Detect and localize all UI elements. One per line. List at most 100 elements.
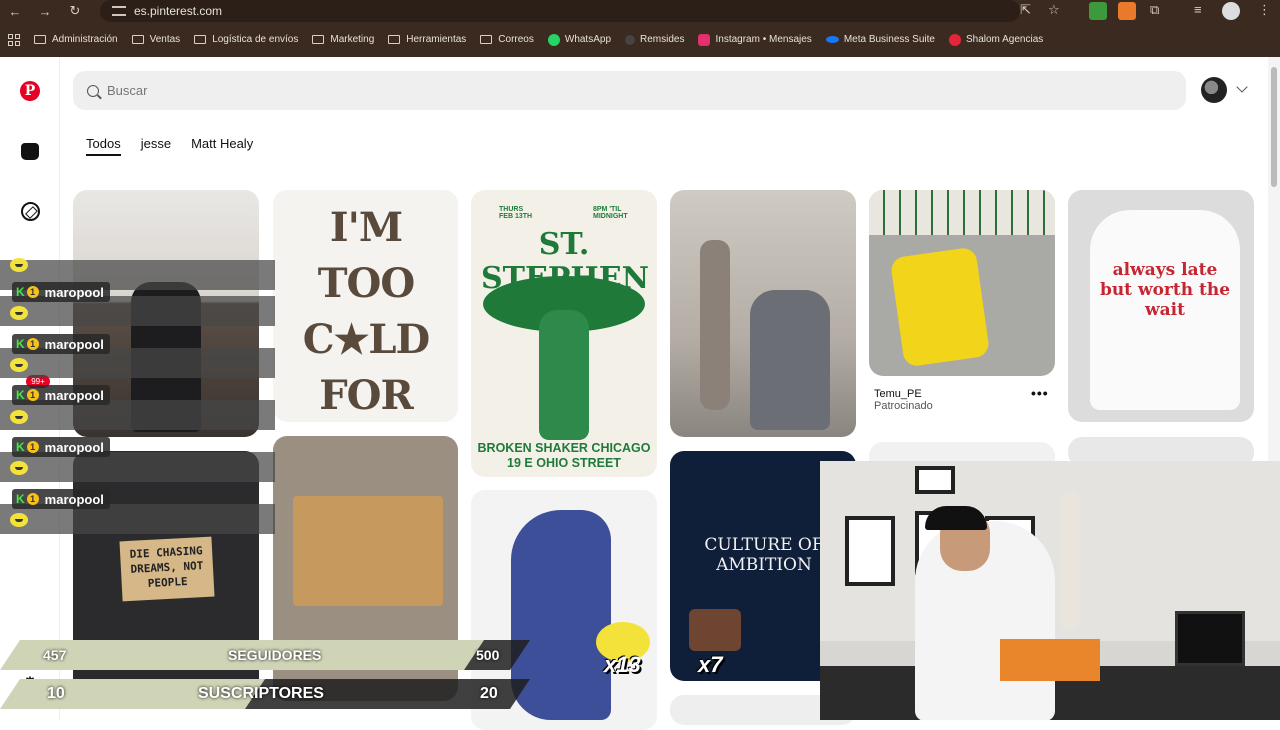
pin-poster-hand [539, 310, 589, 440]
pin-poster-text: I'M TOO C★LD FOR YOU! [302, 204, 431, 419]
tab-jesse[interactable]: jesse [141, 136, 171, 156]
pin-phone [889, 246, 991, 368]
remsides-icon [625, 34, 636, 45]
chat-message: K 1 maropool [12, 385, 110, 405]
cam-wall-frame [915, 466, 955, 494]
pin-figure [700, 240, 730, 410]
k-label: K [16, 285, 25, 299]
extension-sheets-icon[interactable] [1089, 2, 1107, 20]
shalom-icon [948, 33, 961, 46]
pin-keyboard [869, 190, 1055, 235]
sub-badge-icon: 1 [26, 338, 39, 350]
pin-poster-footer: BROKEN SHAKER CHICAGO 19 E OHIO STREET [477, 441, 651, 470]
bookmark-label: Marketing [330, 34, 375, 45]
chat-username: maropool [44, 336, 104, 352]
filter-tabs: Todos jesse Matt Healy [86, 136, 273, 156]
pin-st-stephen-poster[interactable]: THURS FEB 13TH 8PM 'TIL MIDNIGHT ST. STE… [471, 190, 657, 477]
bookmark-correos[interactable]: Correos [480, 34, 534, 45]
k-label: K [16, 492, 25, 506]
folder-icon [312, 35, 325, 44]
bookmark-logistica[interactable]: Logística de envíos [194, 34, 298, 45]
followers-current: 457 [43, 647, 67, 663]
bookmark-label: Correos [498, 34, 534, 45]
pin-poster-time: 8PM 'TIL MIDNIGHT [593, 206, 628, 220]
more-options-icon[interactable]: ••• [1031, 385, 1049, 401]
pin-street-photo[interactable] [670, 190, 856, 437]
followers-goal-bar: 457 SEGUIDORES 500 [0, 640, 530, 670]
forward-icon[interactable]: → [30, 4, 60, 19]
pin-figure [750, 290, 830, 430]
bookmark-label: Herramientas [406, 34, 467, 45]
address-bar[interactable]: es.pinterest.com [100, 0, 1020, 22]
pin-poster-date: THURS FEB 13TH [499, 206, 533, 220]
sub-badge-icon: 1 [26, 389, 39, 401]
bookmark-label: Logística de envíos [212, 34, 299, 45]
folder-icon [34, 35, 46, 44]
chat-message: K 1 maropool [12, 334, 110, 354]
sponsored-title[interactable]: Temu_PE [874, 388, 933, 400]
back-icon[interactable]: ← [0, 4, 30, 19]
bookmark-marketing[interactable]: Marketing [312, 34, 374, 45]
bookmark-ventas[interactable]: Ventas [131, 34, 181, 45]
home-icon[interactable] [20, 141, 40, 161]
tab-todos[interactable]: Todos [86, 136, 121, 156]
k-label: K [16, 440, 25, 454]
tab-matt-healy[interactable]: Matt Healy [191, 136, 253, 156]
bookmarks-bar: Administración Ventas Logística de envío… [0, 22, 1280, 57]
chevron-down-icon[interactable] [1236, 81, 1248, 93]
explore-compass-icon[interactable] [20, 201, 40, 221]
k-label: K [16, 337, 25, 351]
bookmark-label: Instagram • Mensajes [715, 34, 812, 45]
reload-icon[interactable]: ↻ [60, 3, 90, 19]
bookmark-instagram[interactable]: Instagram • Mensajes [698, 33, 812, 46]
pin-shirt-text: always late but worth the wait [1099, 260, 1231, 320]
chat-username: maropool [44, 439, 104, 455]
bookmark-label: Ventas [149, 34, 181, 45]
cam-wall-frame [845, 516, 895, 586]
followers-goal: 500 [476, 647, 500, 663]
meta-icon [825, 36, 839, 43]
avatar[interactable] [1201, 77, 1227, 103]
subscribers-current: 10 [47, 685, 65, 702]
bookmark-herramientas[interactable]: Herramientas [388, 34, 466, 45]
pin-always-late-shirt[interactable]: always late but worth the wait [1068, 190, 1254, 422]
media-queue-icon[interactable]: ≡ [1194, 2, 1202, 17]
bookmark-label: Administración [52, 34, 118, 45]
subscribers-goal-bar: 10 SUSCRIPTORES 20 [0, 679, 530, 709]
search-icon [87, 84, 99, 97]
chat-username: maropool [44, 284, 104, 300]
bookmark-shalom[interactable]: Shalom Agencias [948, 33, 1044, 46]
sponsored-label: Patrocinado [874, 400, 933, 412]
extensions-puzzle-icon[interactable]: ⧉ [1150, 2, 1159, 18]
cam-streamer-cap [925, 506, 987, 530]
bookmark-label: Shalom Agencias [965, 34, 1044, 45]
bookmark-administracion[interactable]: Administración [34, 34, 118, 45]
bookmark-label: Meta Business Suite [843, 34, 935, 45]
instagram-icon [698, 33, 711, 46]
bookmark-star-icon[interactable]: ☆ [1048, 2, 1060, 18]
whatsapp-icon [547, 33, 560, 46]
bookmark-remsides[interactable]: Remsides [625, 34, 684, 45]
apps-grid-icon[interactable] [8, 33, 20, 46]
chat-message: K 1 maropool [12, 437, 110, 457]
subscribers-goal: 20 [480, 685, 498, 702]
pinterest-logo-icon[interactable]: P [20, 81, 40, 101]
sub-badge-icon: 1 [26, 286, 39, 298]
pin-yellow-phone-case[interactable] [869, 190, 1055, 376]
webcam-overlay [820, 461, 1280, 720]
search-bar[interactable]: Buscar [73, 71, 1186, 110]
browser-profile-icon[interactable] [1222, 2, 1240, 20]
emote-icon [10, 513, 28, 527]
cam-skateboard [1060, 491, 1080, 631]
browser-menu-icon[interactable]: ⋮ [1258, 2, 1271, 18]
bookmark-meta[interactable]: Meta Business Suite [825, 34, 935, 45]
bookmark-label: WhatsApp [564, 34, 612, 45]
pin-too-cold-poster[interactable]: I'M TOO C★LD FOR YOU! [273, 190, 458, 422]
scrollbar-thumb[interactable] [1271, 67, 1277, 187]
bookmark-whatsapp[interactable]: WhatsApp [547, 33, 612, 46]
k-label: K [16, 388, 25, 402]
followers-label: SEGUIDORES [228, 647, 322, 663]
extension-orange-icon[interactable] [1118, 2, 1136, 20]
site-settings-icon[interactable] [112, 6, 126, 16]
install-app-icon[interactable]: ⇱ [1020, 2, 1031, 18]
